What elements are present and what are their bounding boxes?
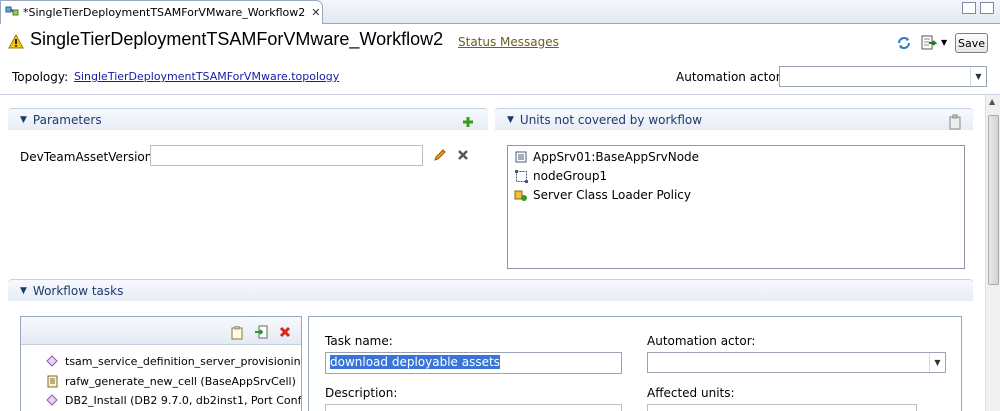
task-name-label: Task name:	[325, 334, 393, 348]
topology-label: Topology:	[12, 70, 69, 84]
task-doc-icon	[45, 374, 59, 388]
maximize-icon[interactable]	[980, 2, 994, 14]
chevron-down-icon[interactable]: ▼	[970, 67, 986, 86]
list-item[interactable]: AppSrv01:BaseAppSrvNode	[514, 150, 699, 164]
chevron-down-icon[interactable]: ▼	[941, 38, 947, 47]
warning-icon	[8, 33, 24, 52]
workflow-section-header[interactable]: ▼ Workflow tasks	[8, 279, 973, 301]
status-messages-link[interactable]: Status Messages	[458, 35, 559, 49]
edit-pencil-icon[interactable]	[433, 148, 447, 165]
task-diamond-icon	[45, 393, 59, 407]
task-label: rafw_generate_new_cell (BaseAppSrvCell)	[65, 374, 296, 388]
parameters-title: Parameters	[32, 112, 102, 127]
automation-actor-combo[interactable]: ▼	[779, 66, 987, 87]
scroll-up-icon[interactable]: ▲	[989, 97, 995, 106]
task-diamond-icon	[45, 354, 59, 368]
vertical-scrollbar[interactable]: ▲	[985, 95, 1000, 411]
editor-tab-label: *SingleTierDeploymentTSAMForVMware_Workf…	[23, 6, 306, 19]
description-field[interactable]	[325, 404, 622, 411]
policy-icon	[514, 188, 528, 202]
save-button[interactable]: Save	[955, 33, 988, 53]
description-label: Description:	[325, 386, 398, 400]
minimize-icon[interactable]	[962, 2, 976, 14]
list-item[interactable]: Server Class Loader Policy	[514, 188, 691, 202]
task-actor-combo[interactable]: ▼	[647, 352, 946, 373]
task-label: DB2_Install (DB2 9.7.0, db2inst1, Port C…	[65, 393, 301, 407]
units-section-header[interactable]: ▼ Units not covered by workflow	[495, 108, 973, 130]
delete-x-icon[interactable]	[457, 149, 469, 164]
add-parameter-icon[interactable]	[462, 116, 474, 131]
workflow-file-icon	[5, 4, 19, 21]
collapse-triangle-icon[interactable]: ▼	[20, 286, 27, 296]
header-divider	[0, 94, 1000, 95]
uncovered-units-list[interactable]: AppSrv01:BaseAppSrvNode nodeGroup1 Serve…	[507, 145, 965, 269]
group-icon	[514, 169, 528, 183]
scrollbar-thumb[interactable]	[988, 115, 999, 285]
list-item[interactable]: rafw_generate_new_cell (BaseAppSrvCell)	[45, 374, 301, 388]
workflow-task-list[interactable]: tsam_service_definition_server_provision…	[20, 316, 302, 411]
clipboard-icon[interactable]	[948, 114, 962, 133]
task-name-value: download deployable assets	[330, 355, 500, 369]
topology-link[interactable]: SingleTierDeploymentTSAMForVMware.topolo…	[74, 70, 339, 83]
parameters-section-header[interactable]: ▼ Parameters	[8, 108, 488, 130]
export-icon[interactable]	[920, 34, 938, 55]
refresh-icon[interactable]	[896, 35, 912, 54]
node-icon	[514, 150, 528, 164]
editor-tab[interactable]: *SingleTierDeploymentTSAMForVMware_Workf…	[0, 0, 323, 24]
close-icon[interactable]: ✕	[311, 6, 320, 19]
parameter-value-field[interactable]	[150, 145, 423, 166]
clipboard-icon[interactable]	[231, 325, 244, 343]
chevron-down-icon[interactable]: ▼	[929, 353, 945, 372]
unit-label: nodeGroup1	[533, 169, 608, 183]
list-item[interactable]: DB2_Install (DB2 9.7.0, db2inst1, Port C…	[45, 393, 301, 407]
automation-actor-label: Automation actor:	[676, 70, 785, 84]
workflow-title: Workflow tasks	[32, 283, 124, 298]
collapse-triangle-icon[interactable]: ▼	[20, 115, 27, 125]
delete-task-icon[interactable]	[279, 326, 291, 341]
task-actor-label: Automation actor:	[647, 334, 756, 348]
unit-label: Server Class Loader Policy	[533, 188, 691, 202]
collapse-triangle-icon[interactable]: ▼	[507, 115, 514, 125]
task-label: tsam_service_definition_server_provision…	[65, 354, 301, 368]
parameter-name: DevTeamAssetVersion	[20, 150, 153, 164]
affected-units-label: Affected units:	[647, 386, 735, 400]
import-task-icon[interactable]	[254, 325, 268, 343]
units-title: Units not covered by workflow	[519, 112, 703, 127]
page-title: SingleTierDeploymentTSAMForVMware_Workfl…	[30, 29, 444, 49]
unit-label: AppSrv01:BaseAppSrvNode	[533, 150, 700, 164]
list-item[interactable]: tsam_service_definition_server_provision…	[45, 354, 301, 368]
list-item[interactable]: nodeGroup1	[514, 169, 607, 183]
task-name-field[interactable]: download deployable assets	[325, 352, 622, 374]
affected-units-list[interactable]	[647, 404, 917, 411]
